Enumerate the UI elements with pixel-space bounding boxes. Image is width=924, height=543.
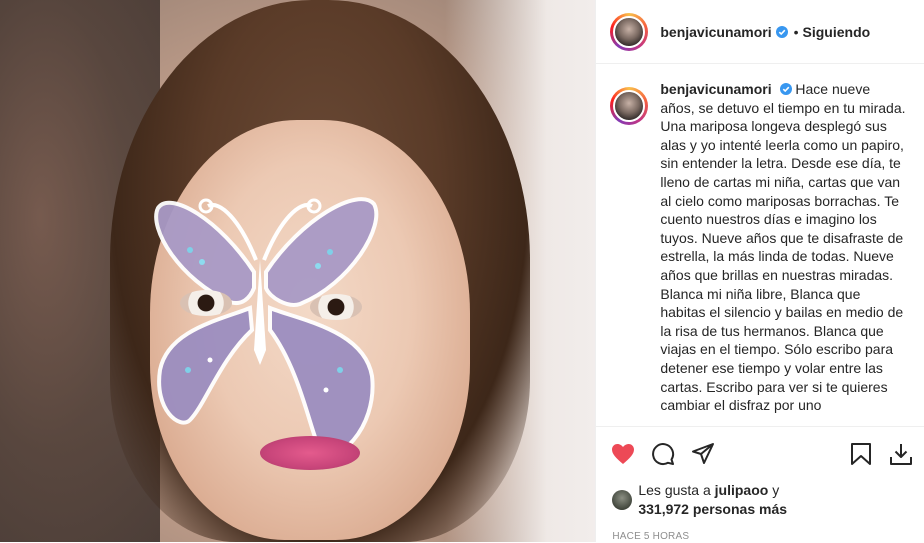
photo-right-eye xyxy=(310,294,362,320)
post-timestamp[interactable]: HACE 5 HORAS xyxy=(596,519,924,542)
header-avatar[interactable] xyxy=(610,12,649,51)
comment-icon xyxy=(652,443,675,466)
liker-avatar[interactable] xyxy=(612,490,633,510)
post-side-panel: benjavicunamori • Siguiendo benjavicunam… xyxy=(595,0,924,542)
share-button[interactable] xyxy=(690,441,716,467)
instagram-post-view: benjavicunamori • Siguiendo benjavicunam… xyxy=(0,0,924,542)
photo-left-eye xyxy=(180,290,232,316)
heart-icon xyxy=(612,444,635,464)
comment-button[interactable] xyxy=(650,441,676,467)
like-button[interactable] xyxy=(610,441,636,467)
post-photo[interactable] xyxy=(0,0,596,542)
likes-prefix: Les gusta a xyxy=(638,482,711,498)
post-actions: Les gusta a julipaoo y 331,972 personas … xyxy=(596,426,924,543)
following-button[interactable]: Siguiendo xyxy=(803,24,871,40)
likes-row: Les gusta a julipaoo y 331,972 personas … xyxy=(596,481,924,519)
verified-badge-icon xyxy=(775,25,788,38)
likes-others[interactable]: 331,972 personas más xyxy=(638,501,787,517)
caption: benjavicunamori Hace nueve años, se detu… xyxy=(660,80,906,426)
caption-username[interactable]: benjavicunamori xyxy=(660,81,771,97)
caption-avatar[interactable] xyxy=(610,87,649,125)
verified-badge-icon xyxy=(779,83,792,95)
bookmark-icon xyxy=(851,443,872,465)
caption-area: benjavicunamori Hace nueve años, se detu… xyxy=(596,64,924,426)
download-icon xyxy=(890,444,913,465)
post-header: benjavicunamori • Siguiendo xyxy=(596,0,924,64)
photo-lips xyxy=(260,436,360,470)
header-username[interactable]: benjavicunamori xyxy=(660,24,771,40)
download-button[interactable] xyxy=(888,441,914,467)
share-icon xyxy=(692,443,715,464)
likes-connector: y xyxy=(772,482,780,498)
action-icons-row xyxy=(596,427,924,481)
likes-first-user[interactable]: julipaoo xyxy=(715,482,769,498)
save-button[interactable] xyxy=(848,441,874,467)
avatar-image xyxy=(613,15,646,48)
likes-text: Les gusta a julipaoo y 331,972 personas … xyxy=(638,481,787,519)
avatar-image xyxy=(613,90,646,122)
caption-text: Hace nueve años, se detuvo el tiempo en … xyxy=(660,81,906,414)
butterfly-face-paint xyxy=(154,197,379,457)
header-separator: • xyxy=(793,23,799,40)
